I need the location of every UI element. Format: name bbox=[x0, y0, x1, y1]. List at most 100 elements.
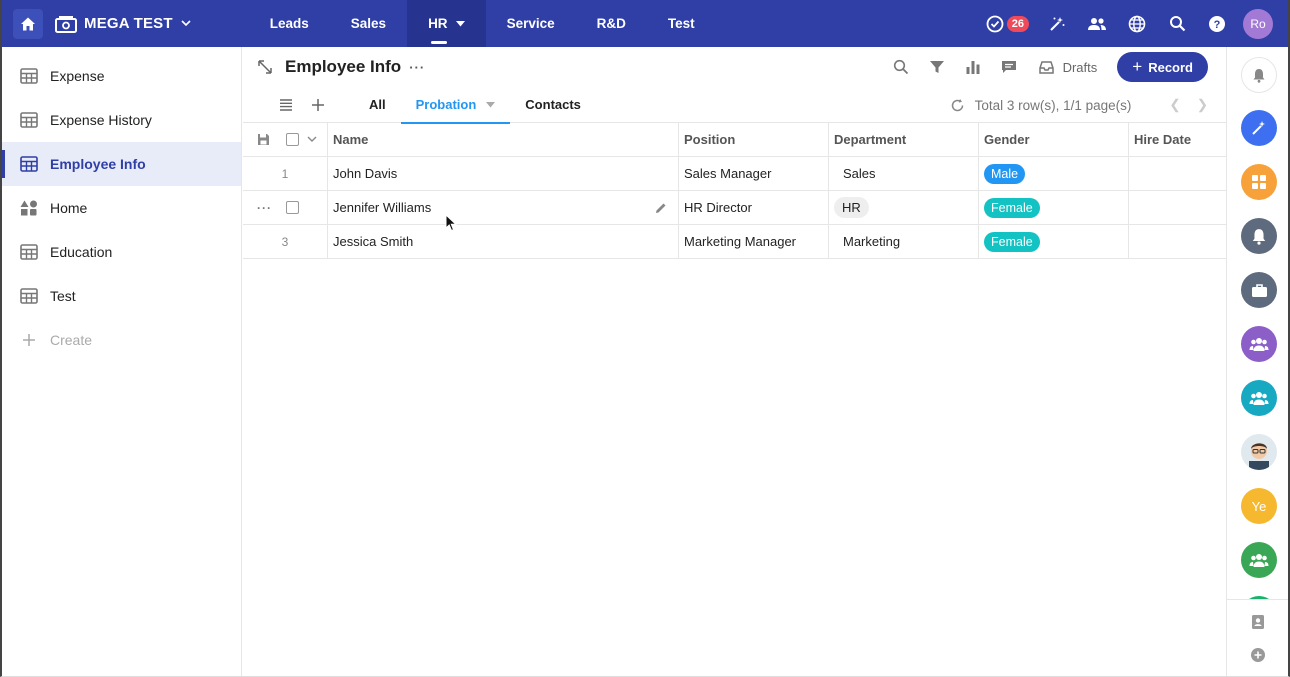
position-cell[interactable]: Marketing Manager bbox=[679, 225, 829, 258]
briefcase-icon bbox=[1251, 283, 1267, 297]
refresh-icon[interactable] bbox=[950, 98, 965, 113]
nav-item-test[interactable]: Test bbox=[647, 0, 716, 47]
hire-date-cell[interactable] bbox=[1129, 225, 1228, 258]
sidebar-item-expense[interactable]: Expense bbox=[2, 54, 241, 98]
add-view-icon[interactable] bbox=[310, 97, 326, 113]
row-more-button[interactable]: ··· bbox=[257, 201, 272, 215]
department-value: Sales bbox=[843, 166, 876, 181]
contact-card-icon[interactable] bbox=[1250, 614, 1266, 630]
sidebar-item-employee-info[interactable]: Employee Info bbox=[2, 142, 241, 186]
filter-button[interactable] bbox=[928, 58, 946, 76]
sidebar-item-label: Home bbox=[50, 200, 88, 216]
nav-item-leads[interactable]: Leads bbox=[249, 0, 330, 47]
nav-item-sales[interactable]: Sales bbox=[330, 0, 407, 47]
app-name[interactable]: MEGA TEST bbox=[84, 15, 173, 32]
more-options-button[interactable]: ··· bbox=[409, 60, 425, 75]
chevron-down-icon[interactable] bbox=[181, 20, 191, 27]
tab-probation[interactable]: Probation bbox=[400, 87, 511, 124]
page-title: Employee Info bbox=[285, 57, 402, 76]
name-value: Jennifer Williams bbox=[333, 200, 432, 215]
rail-contact-avatar[interactable] bbox=[1241, 434, 1277, 470]
sidebar-item-expense-history[interactable]: Expense History bbox=[2, 98, 241, 142]
column-header-department[interactable]: Department bbox=[829, 123, 979, 156]
bell-icon bbox=[1253, 68, 1265, 83]
table-row[interactable]: 3 Jessica Smith Marketing Manager Market… bbox=[243, 225, 1228, 259]
column-header-position[interactable]: Position bbox=[679, 123, 829, 156]
name-cell[interactable]: Jennifer Williams bbox=[328, 191, 679, 224]
statistics-button[interactable] bbox=[964, 58, 982, 76]
sidebar-create-button[interactable]: Create bbox=[2, 318, 241, 362]
hire-date-cell[interactable] bbox=[1129, 157, 1228, 190]
data-table: Name Position Department Gender Hire Dat… bbox=[243, 123, 1228, 259]
department-cell[interactable]: Marketing bbox=[829, 225, 979, 258]
row-number-cell: 1 bbox=[243, 157, 328, 190]
department-cell[interactable]: HR bbox=[829, 191, 979, 224]
sidebar-item-home[interactable]: Home bbox=[2, 186, 241, 230]
department-cell[interactable]: Sales bbox=[829, 157, 979, 190]
rail-work-button[interactable] bbox=[1241, 272, 1277, 308]
department-tag: HR bbox=[834, 197, 869, 218]
help-button[interactable]: ? bbox=[1205, 12, 1229, 36]
discussion-button[interactable] bbox=[1000, 58, 1018, 76]
contacts-button[interactable] bbox=[1085, 12, 1109, 36]
rail-apps-button[interactable] bbox=[1241, 164, 1277, 200]
select-all-checkbox[interactable] bbox=[286, 133, 299, 146]
rail-group-chat-teal[interactable] bbox=[1241, 380, 1277, 416]
name-cell[interactable]: Jessica Smith bbox=[328, 225, 679, 258]
expand-arrows-icon[interactable] bbox=[257, 59, 273, 75]
sidebar-item-test[interactable]: Test bbox=[2, 274, 241, 318]
rail-group-chat-green[interactable] bbox=[1241, 542, 1277, 578]
gender-cell[interactable]: Female bbox=[979, 191, 1129, 224]
drafts-button[interactable]: Drafts bbox=[1038, 58, 1097, 76]
user-avatar[interactable]: Ro bbox=[1243, 8, 1273, 39]
hire-date-cell[interactable] bbox=[1129, 191, 1228, 224]
nav-label: HR bbox=[428, 16, 448, 31]
name-cell[interactable]: John Davis bbox=[328, 157, 679, 190]
table-header: Name Position Department Gender Hire Dat… bbox=[243, 123, 1228, 157]
add-chat-icon[interactable] bbox=[1250, 647, 1266, 663]
position-cell[interactable]: Sales Manager bbox=[679, 157, 829, 190]
nav-label: Test bbox=[667, 16, 695, 31]
gender-tag: Female bbox=[984, 197, 1040, 218]
home-button[interactable] bbox=[13, 8, 43, 39]
tab-all[interactable]: All bbox=[354, 87, 401, 123]
gender-cell[interactable]: Female bbox=[979, 225, 1129, 258]
caret-down-icon[interactable] bbox=[455, 20, 465, 27]
rail-user-avatar[interactable]: Ye bbox=[1241, 488, 1277, 524]
nav-item-service[interactable]: Service bbox=[486, 0, 576, 47]
position-cell[interactable]: HR Director bbox=[679, 191, 829, 224]
rail-reminders-button[interactable] bbox=[1241, 218, 1277, 254]
rail-group-chat-purple[interactable] bbox=[1241, 326, 1277, 362]
add-record-button[interactable]: + Record bbox=[1117, 52, 1208, 82]
chevron-down-icon[interactable] bbox=[307, 136, 317, 143]
chevron-right-icon[interactable]: ❯ bbox=[1197, 97, 1208, 113]
sidebar-item-education[interactable]: Education bbox=[2, 230, 241, 274]
tab-contacts[interactable]: Contacts bbox=[510, 87, 596, 123]
tab-label: Contacts bbox=[525, 97, 581, 112]
global-search-button[interactable] bbox=[1165, 12, 1189, 36]
nav-item-rd[interactable]: R&D bbox=[576, 0, 647, 47]
tasks-button[interactable]: 26 bbox=[986, 12, 1029, 36]
row-number: 1 bbox=[281, 166, 289, 181]
chevron-left-icon[interactable]: ❮ bbox=[1169, 97, 1180, 113]
magic-wand-button[interactable] bbox=[1045, 12, 1069, 36]
caret-down-icon[interactable] bbox=[486, 101, 496, 108]
table-row[interactable]: ··· Jennifer Williams HR Director HR Fem… bbox=[243, 191, 1228, 225]
nav-label: Service bbox=[506, 16, 555, 31]
search-button[interactable] bbox=[892, 58, 910, 76]
save-icon[interactable] bbox=[257, 133, 270, 146]
rail-notifications-button[interactable] bbox=[1241, 57, 1277, 93]
column-header-hire-date[interactable]: Hire Date bbox=[1129, 123, 1228, 156]
gender-cell[interactable]: Male bbox=[979, 157, 1129, 190]
nav-item-hr[interactable]: HR bbox=[407, 0, 486, 47]
column-header-name[interactable]: Name bbox=[328, 123, 679, 156]
column-header-gender[interactable]: Gender bbox=[979, 123, 1129, 156]
table-row[interactable]: 1 John Davis Sales Manager Sales Male bbox=[243, 157, 1228, 191]
rail-ai-button[interactable] bbox=[1241, 110, 1277, 146]
menu-list-icon[interactable] bbox=[278, 97, 294, 113]
row-checkbox[interactable] bbox=[286, 201, 299, 214]
comment-icon bbox=[1001, 61, 1016, 73]
pagination-area: Total 3 row(s), 1/1 page(s) ❮ ❯ bbox=[950, 87, 1208, 123]
edit-pencil-icon[interactable] bbox=[654, 201, 668, 215]
language-button[interactable] bbox=[1125, 12, 1149, 36]
